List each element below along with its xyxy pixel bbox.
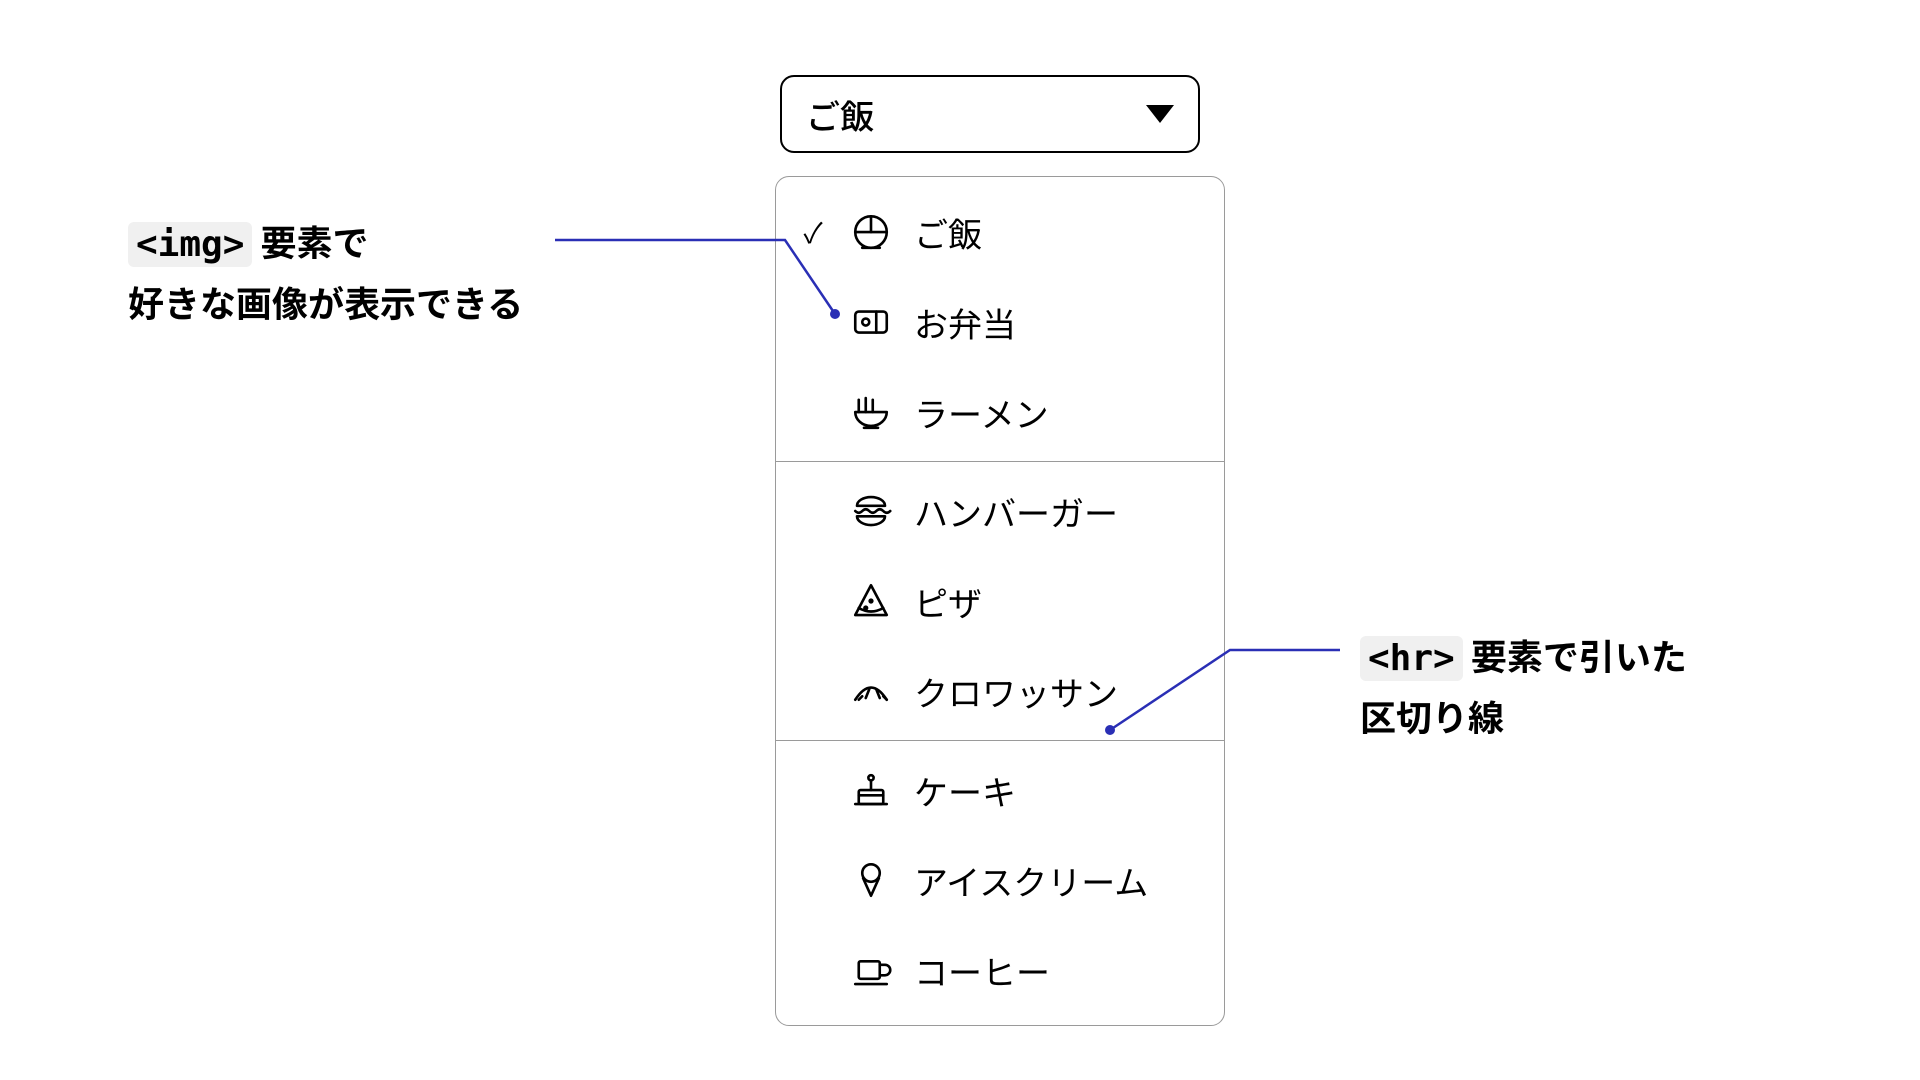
- annotation-hr: <hr> 要素で引いた 区切り線: [1360, 627, 1880, 745]
- option-label: ハンバーガー: [914, 487, 1224, 536]
- select-option[interactable]: ✓アイスクリーム: [776, 835, 1224, 925]
- select-option[interactable]: ✓ハンバーガー: [776, 466, 1224, 556]
- option-group: ✓ ご飯 ✓お弁当✓ラーメン: [776, 183, 1224, 461]
- select-option[interactable]: ✓ ご飯: [776, 187, 1224, 277]
- option-label: お弁当: [914, 298, 1224, 347]
- annotation-hr-line1: 要素で引いた: [1463, 629, 1687, 681]
- select-option[interactable]: ✓ケーキ: [776, 745, 1224, 835]
- bento-icon: [848, 299, 894, 345]
- annotation-img-line1: 要素で: [252, 215, 368, 267]
- select-option[interactable]: ✓クロワッサン: [776, 646, 1224, 736]
- option-group: ✓ハンバーガー✓ピザ✓クロワッサン: [776, 461, 1224, 740]
- option-label: コーヒー: [914, 946, 1224, 995]
- croissant-icon: [848, 668, 894, 714]
- select-option[interactable]: ✓ラーメン: [776, 367, 1224, 457]
- select-option[interactable]: ✓ピザ: [776, 556, 1224, 646]
- pizza-icon: [848, 578, 894, 624]
- coffee-icon: [848, 947, 894, 993]
- option-label: ケーキ: [914, 766, 1224, 815]
- annotation-img: <img> 要素で 好きな画像が表示できる: [128, 213, 688, 331]
- select-option[interactable]: ✓コーヒー: [776, 925, 1224, 1015]
- option-label: クロワッサン: [914, 667, 1224, 716]
- code-hr-tag: <hr>: [1360, 636, 1463, 681]
- option-group: ✓ケーキ✓アイスクリーム✓コーヒー: [776, 740, 1224, 1019]
- icecream-icon: [848, 857, 894, 903]
- annotation-hr-line2: 区切り線: [1360, 690, 1504, 742]
- select-trigger[interactable]: ご飯: [780, 75, 1200, 153]
- option-label: ラーメン: [914, 388, 1224, 437]
- chevron-down-icon: [1146, 105, 1174, 123]
- code-img-tag: <img>: [128, 222, 252, 267]
- diagram-stage: ご飯 ✓ ご飯 ✓お弁当✓ラーメン✓ハンバーガー✓ピザ✓クロワッサン✓ケーキ✓アイス…: [0, 0, 1920, 1080]
- select-value: ご飯: [806, 90, 874, 139]
- option-label: ご飯: [914, 208, 1224, 257]
- select-option[interactable]: ✓お弁当: [776, 277, 1224, 367]
- cake-icon: [848, 767, 894, 813]
- annotation-img-line2: 好きな画像が表示できる: [128, 276, 523, 328]
- option-label: アイスクリーム: [914, 856, 1224, 905]
- ramen-icon: [848, 389, 894, 435]
- option-label: ピザ: [914, 577, 1224, 626]
- rice-bowl-icon: [848, 209, 894, 255]
- select-dropdown: ✓ ご飯 ✓お弁当✓ラーメン✓ハンバーガー✓ピザ✓クロワッサン✓ケーキ✓アイスクリー…: [775, 176, 1225, 1026]
- hamburger-icon: [848, 488, 894, 534]
- check-icon: ✓: [798, 212, 828, 252]
